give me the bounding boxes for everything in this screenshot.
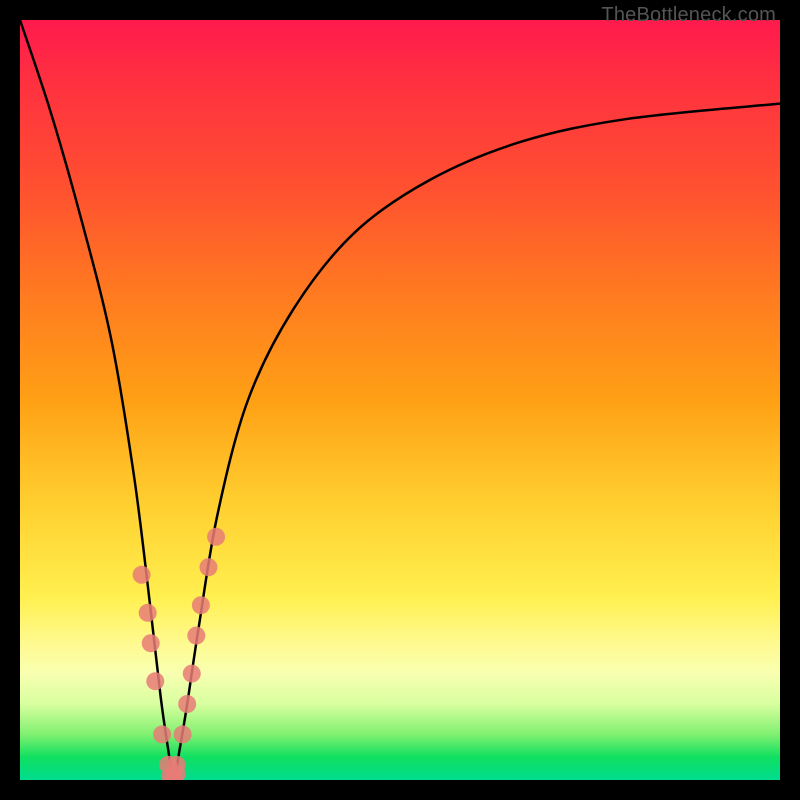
data-point bbox=[142, 634, 160, 652]
data-point bbox=[139, 604, 157, 622]
data-point bbox=[192, 596, 210, 614]
data-point bbox=[174, 725, 192, 743]
bottleneck-curve bbox=[20, 20, 780, 780]
plot-area bbox=[20, 20, 780, 780]
data-point bbox=[183, 665, 201, 683]
data-point bbox=[133, 566, 151, 584]
data-point bbox=[207, 528, 225, 546]
chart-frame: TheBottleneck.com bbox=[0, 0, 800, 800]
data-point bbox=[153, 725, 171, 743]
data-point bbox=[199, 558, 217, 576]
data-point bbox=[146, 672, 164, 690]
curve-path bbox=[20, 20, 780, 780]
watermark-text: TheBottleneck.com bbox=[601, 4, 776, 27]
chart-svg bbox=[20, 20, 780, 780]
data-point bbox=[178, 695, 196, 713]
data-point bbox=[187, 627, 205, 645]
